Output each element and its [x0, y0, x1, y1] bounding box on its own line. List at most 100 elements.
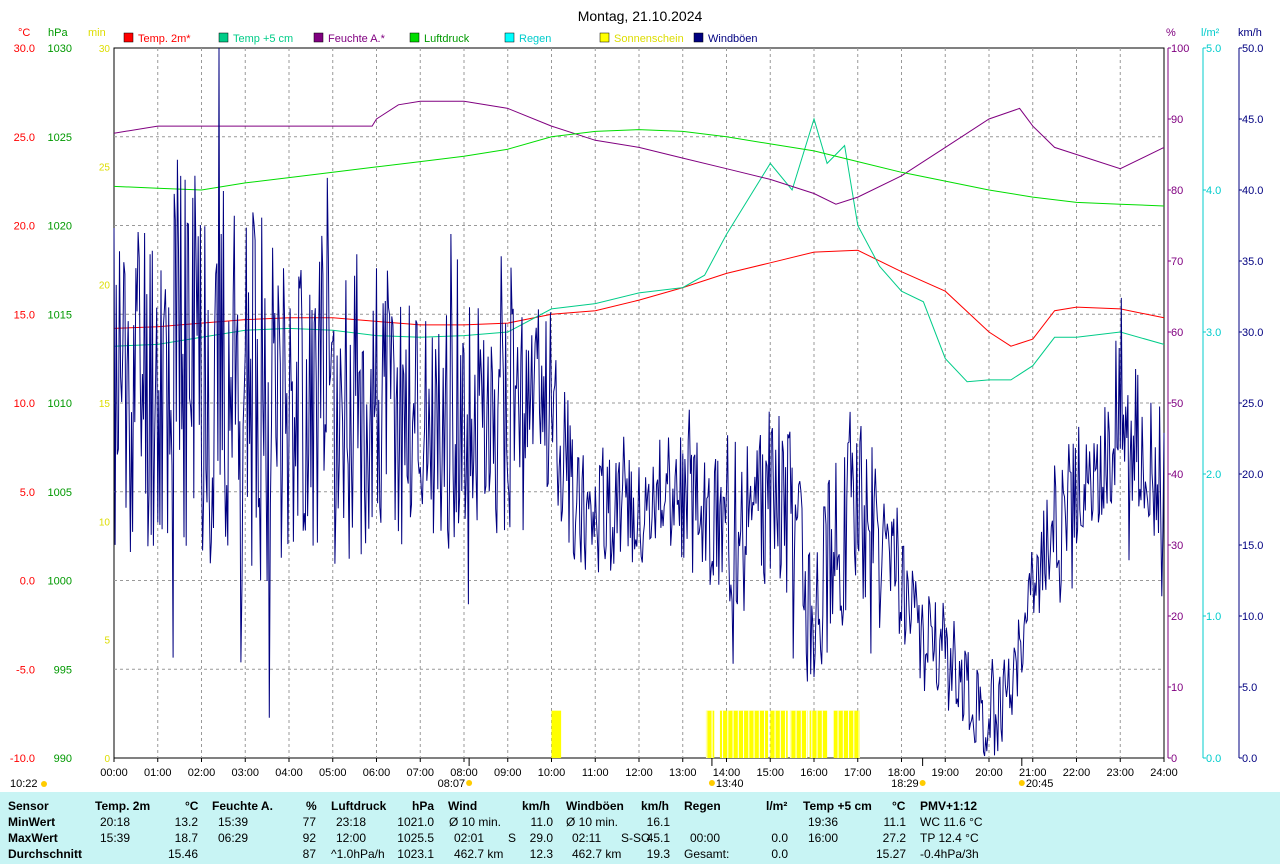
tick-label-sunshine: 15 — [99, 399, 111, 410]
wind-unit: km/h — [522, 799, 551, 813]
row-label-sensor: Sensor — [8, 799, 49, 813]
chart-title: Montag, 21.10.2024 — [578, 8, 703, 24]
marker-label: 20:45 — [1026, 778, 1054, 790]
gusts-unit: km/h — [641, 799, 670, 813]
pressure-min-time: 23:18 — [336, 815, 367, 829]
axis-unit-temp: °C — [18, 27, 30, 39]
tick-label-sunshine: 30 — [99, 44, 111, 55]
tick-label-humidity: 50 — [1171, 398, 1183, 410]
pressure-trend: ^1.0hPa/h — [331, 847, 385, 861]
legend-swatch — [409, 32, 420, 43]
legend-swatch — [123, 32, 134, 43]
legend-label: Sonnenschein — [614, 33, 684, 45]
tick-label-sunshine: 5 — [104, 636, 110, 647]
tick-label-pressure: 1000 — [48, 576, 72, 588]
humidity-max: 92 — [302, 831, 316, 845]
x-tick-label: 05:00 — [319, 767, 347, 779]
gusts-distance: 462.7 km — [572, 847, 622, 861]
rain-header: Regen — [684, 799, 721, 813]
x-tick-label: 13:00 — [669, 767, 697, 779]
x-tick-label: 04:00 — [275, 767, 303, 779]
x-tick-label: 06:00 — [363, 767, 391, 779]
x-tick-label: 03:00 — [231, 767, 259, 779]
x-tick-label: 12:00 — [625, 767, 653, 779]
tick-label-humidity: 100 — [1171, 43, 1189, 55]
tick-label-humidity: 40 — [1171, 469, 1183, 481]
humidity-max-time: 06:29 — [218, 831, 249, 845]
temp2m-header: Temp. 2m — [95, 799, 151, 813]
legend-swatch — [693, 32, 704, 43]
temp5cm-min: 11.1 — [883, 815, 906, 829]
wind-header: Wind — [448, 799, 478, 813]
temp5cm-avg: 15.27 — [875, 847, 906, 861]
tick-label-humidity: 30 — [1171, 540, 1183, 552]
axis-unit-humidity: % — [1166, 27, 1176, 39]
tick-label-temp: 15.0 — [14, 309, 35, 321]
tick-label-wind: 25.0 — [1242, 398, 1263, 410]
tick-label-temp: 0.0 — [20, 576, 35, 588]
tick-label-pressure: 1015 — [48, 309, 72, 321]
temp2m-max: 18.7 — [174, 831, 198, 845]
x-tick-label: 02:00 — [188, 767, 216, 779]
tick-label-temp: 25.0 — [14, 132, 35, 144]
pmv-header: PMV+1:12 — [920, 799, 978, 813]
x-tick-label: 19:00 — [931, 767, 959, 779]
sun-icon — [708, 780, 715, 786]
gusts-avg: 19.3 — [646, 847, 670, 861]
weather-chart: Montag, 21.10.2024 Temp. 2m* Temp +5 cm Feu… — [10, 8, 1264, 790]
tick-label-wind: 20.0 — [1242, 469, 1263, 481]
tick-label-rain: 5.0 — [1206, 43, 1221, 55]
rain-total-label: Gesamt: — [684, 847, 730, 861]
humidity-min: 77 — [302, 815, 316, 829]
legend-swatch — [313, 32, 324, 43]
tick-label-rain: 0.0 — [1206, 753, 1221, 765]
legend-label: Temp +5 cm — [233, 33, 293, 45]
pmv-dewpoint: TP 12.4 °C — [920, 831, 979, 845]
tick-label-pressure: 1025 — [48, 132, 72, 144]
sunshine-block — [789, 710, 808, 758]
gusts-avg10: 16.1 — [646, 815, 670, 829]
corner-time: 10:22 — [10, 778, 38, 790]
pressure-avg: 1023.1 — [397, 847, 434, 861]
x-tick-label: 20:00 — [975, 767, 1003, 779]
pmv-pressure-trend: -0.4hPa/3h — [920, 847, 979, 861]
tick-label-temp: 20.0 — [14, 221, 35, 233]
tick-label-sunshine: 0 — [104, 754, 110, 765]
tick-label-rain: 3.0 — [1206, 327, 1221, 339]
wind-distance: 462.7 km — [454, 847, 504, 861]
sun-icon — [919, 780, 926, 786]
tick-label-humidity: 60 — [1171, 327, 1183, 339]
tick-label-humidity: 0 — [1171, 753, 1177, 765]
gusts-header: Windböen — [566, 799, 624, 813]
legend-label: Temp. 2m* — [138, 33, 191, 45]
legend-label: Windböen — [708, 33, 758, 45]
rain-max: 0.0 — [771, 831, 788, 845]
sun-icon — [466, 780, 473, 786]
tick-label-wind: 35.0 — [1242, 256, 1263, 268]
legend-swatch — [599, 32, 610, 43]
row-label-min: MinWert — [8, 815, 56, 829]
pmv-windchill: WC 11.6 °C — [920, 815, 983, 829]
tick-label-wind: 45.0 — [1242, 114, 1263, 126]
tick-label-humidity: 10 — [1171, 682, 1183, 694]
legend-label: Luftdruck — [424, 33, 470, 45]
gusts-avg10-label: Ø 10 min. — [566, 815, 619, 829]
tick-label-pressure: 995 — [54, 664, 72, 676]
temp5cm-min-time: 19:36 — [808, 815, 839, 829]
legend-swatch — [504, 32, 515, 43]
rain-total: 0.0 — [771, 847, 788, 861]
pressure-min: 1021.0 — [397, 815, 434, 829]
temp2m-avg: 15.46 — [167, 847, 198, 861]
marker-label: 18:29 — [891, 778, 919, 790]
stats-table: Sensor MinWert MaxWert Durchschnitt Temp… — [0, 792, 1280, 864]
tick-label-rain: 1.0 — [1206, 611, 1221, 623]
tick-label-pressure: 1020 — [48, 221, 72, 233]
axis-unit-wind: km/h — [1238, 27, 1262, 39]
x-tick-label: 07:00 — [406, 767, 434, 779]
legend-label: Feuchte A.* — [328, 33, 386, 45]
tick-label-wind: 15.0 — [1242, 540, 1263, 552]
x-tick-label: 10:00 — [538, 767, 566, 779]
x-tick-label: 23:00 — [1106, 767, 1134, 779]
tick-label-sunshine: 25 — [99, 162, 111, 173]
gusts-max: 45.1 — [646, 831, 670, 845]
